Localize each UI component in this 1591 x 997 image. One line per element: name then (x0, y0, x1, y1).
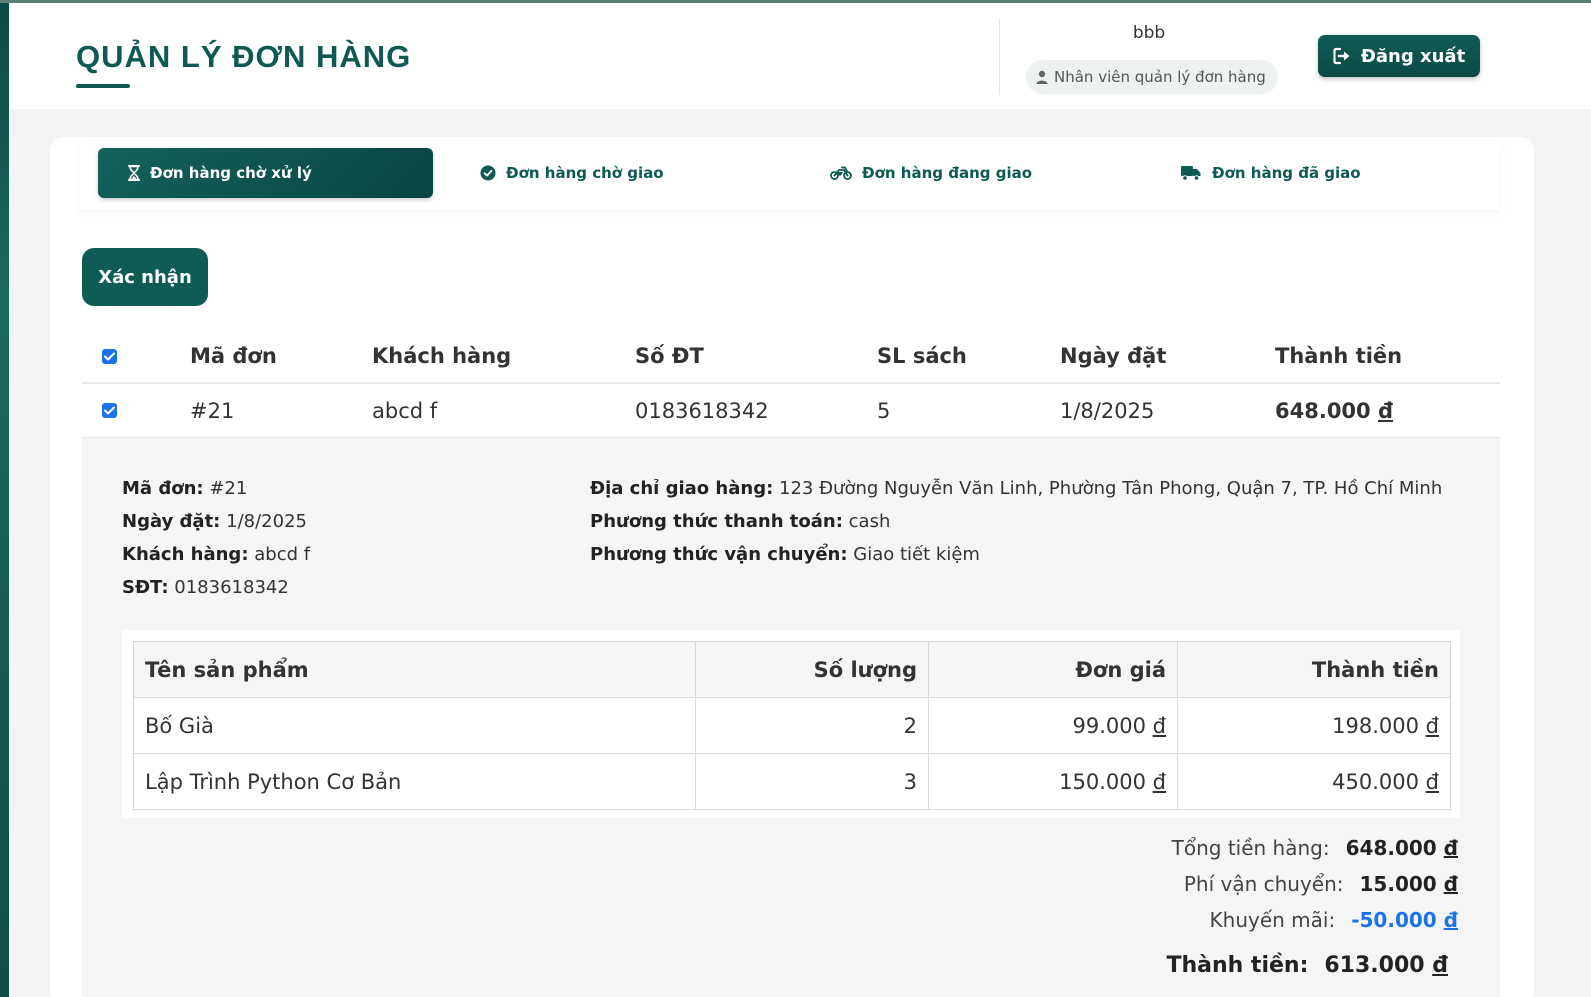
tab-awaiting-delivery[interactable]: Đơn hàng chờ giao (480, 148, 664, 198)
header-order-id: Mã đơn (190, 344, 277, 368)
tab-in-delivery-label: Đơn hàng đang giao (862, 164, 1033, 182)
discount-line: Khuyến mãi: -50.000 đ (1210, 908, 1458, 932)
header-customer: Khách hàng (372, 344, 512, 368)
check-circle-icon (480, 165, 496, 181)
user-role-badge: Nhân viên quản lý đơn hàng (1026, 60, 1278, 94)
item-price: 99.000 đ (928, 697, 1178, 754)
left-edge-strip (0, 0, 9, 997)
logout-button[interactable]: Đăng xuất (1318, 35, 1480, 77)
items-table-wrapper: Tên sản phẩm Số lượng Đơn giá Thành tiền… (122, 630, 1460, 818)
orders-panel: Xác nhận Mã đơn Khách hàng Số ĐT SL sách… (82, 238, 1500, 997)
detail-phone: SĐT: 0183618342 (122, 577, 289, 598)
tab-in-delivery[interactable]: Đơn hàng đang giao (830, 148, 1032, 198)
shipping-fee-label: Phí vận chuyển: (1183, 872, 1344, 896)
detail-order-date: Ngày đặt: 1/8/2025 (122, 511, 307, 532)
detail-customer: Khách hàng: abcd f (122, 544, 311, 565)
header-divider (999, 18, 1000, 95)
truck-icon (1181, 166, 1201, 181)
tab-awaiting-label: Đơn hàng chờ giao (506, 164, 664, 182)
grand-total-value: 613.000 đ (1324, 953, 1448, 978)
item-total: 198.000 đ (1177, 697, 1451, 754)
items-header-price: Đơn giá (928, 641, 1178, 698)
cell-customer: abcd f (372, 398, 438, 423)
cell-total-value: 648.000 (1275, 398, 1371, 423)
items-header-total: Thành tiền (1177, 641, 1451, 698)
table-row[interactable]: #21 abcd f 0183618342 5 1/8/2025 648.000… (82, 384, 1500, 438)
item-qty: 3 (695, 753, 929, 810)
checkmark-icon (104, 406, 115, 415)
table-row: Lập Trình Python Cơ Bản 3 150.000 đ 450.… (133, 753, 1451, 810)
shipping-fee-value: 15.000 đ (1359, 872, 1458, 896)
discount-label: Khuyến mãi: (1209, 908, 1336, 932)
cell-order-id: #21 (190, 398, 235, 423)
grand-total-line: Thành tiền: 613.000 đ (1166, 953, 1448, 978)
page-title: QUẢN LÝ ĐƠN HÀNG (76, 39, 412, 74)
table-row: Bố Già 2 99.000 đ 198.000 đ (133, 697, 1451, 754)
item-name: Lập Trình Python Cơ Bản (133, 753, 696, 810)
tab-pending[interactable]: Đơn hàng chờ xử lý (98, 148, 433, 198)
hourglass-icon (128, 165, 140, 181)
user-icon (1036, 70, 1048, 84)
header-book-count: SL sách (877, 344, 967, 368)
discount-value: -50.000 đ (1351, 908, 1458, 932)
grand-total-label: Thành tiền: (1166, 953, 1309, 978)
header-total: Thành tiền (1275, 344, 1403, 368)
motorcycle-icon (830, 166, 852, 180)
row-checkbox[interactable] (102, 403, 117, 418)
cell-book-count: 5 (877, 398, 891, 423)
detail-payment: Phương thức thanh toán: cash (590, 511, 891, 532)
tab-pending-label: Đơn hàng chờ xử lý (150, 164, 312, 182)
subtotal-line: Tổng tiền hàng: 648.000 đ (1172, 836, 1458, 860)
sign-out-icon (1333, 47, 1350, 65)
subtotal-value: 648.000 đ (1345, 836, 1458, 860)
cell-order-date: 1/8/2025 (1060, 398, 1155, 423)
title-underline (76, 84, 130, 88)
currency-symbol: đ (1377, 398, 1394, 423)
confirm-button[interactable]: Xác nhận (82, 248, 208, 306)
header-phone: Số ĐT (635, 344, 704, 368)
detail-order-id: Mã đơn: #21 (122, 478, 248, 499)
detail-address: Địa chỉ giao hàng: 123 Đường Nguyễn Văn … (590, 478, 1443, 499)
cell-total: 648.000 đ (1275, 399, 1393, 423)
tab-delivered[interactable]: Đơn hàng đã giao (1180, 148, 1361, 198)
user-name: bbb (1132, 23, 1166, 43)
items-table: Tên sản phẩm Số lượng Đơn giá Thành tiền… (133, 641, 1451, 810)
shipping-fee-line: Phí vận chuyển: 15.000 đ (1184, 872, 1458, 896)
orders-table-header: Mã đơn Khách hàng Số ĐT SL sách Ngày đặt… (82, 330, 1500, 384)
items-header-qty: Số lượng (695, 641, 929, 698)
items-header-name: Tên sản phẩm (133, 641, 696, 698)
items-table-header: Tên sản phẩm Số lượng Đơn giá Thành tiền (133, 641, 1451, 698)
subtotal-label: Tổng tiền hàng: (1171, 836, 1330, 860)
item-name: Bố Già (133, 697, 696, 754)
checkmark-icon (104, 352, 115, 360)
logout-label: Đăng xuất (1360, 45, 1466, 67)
tab-delivered-label: Đơn hàng đã giao (1212, 164, 1361, 182)
cell-phone: 0183618342 (635, 398, 769, 423)
order-detail: Mã đơn: #21 Ngày đặt: 1/8/2025 Khách hàn… (82, 438, 1500, 997)
detail-shipping-method: Phương thức vận chuyển: Giao tiết kiệm (590, 544, 980, 565)
user-role-label: Nhân viên quản lý đơn hàng (1054, 68, 1266, 86)
order-tabs: Đơn hàng chờ xử lý Đơn hàng chờ giao Đơn… (80, 144, 1500, 210)
header-order-date: Ngày đặt (1060, 344, 1167, 368)
select-all-checkbox[interactable] (102, 348, 117, 364)
item-qty: 2 (695, 697, 929, 754)
app-header: QUẢN LÝ ĐƠN HÀNG bbb Nhân viên quản lý đ… (9, 3, 1591, 109)
item-total: 450.000 đ (1177, 753, 1451, 810)
item-price: 150.000 đ (928, 753, 1178, 810)
